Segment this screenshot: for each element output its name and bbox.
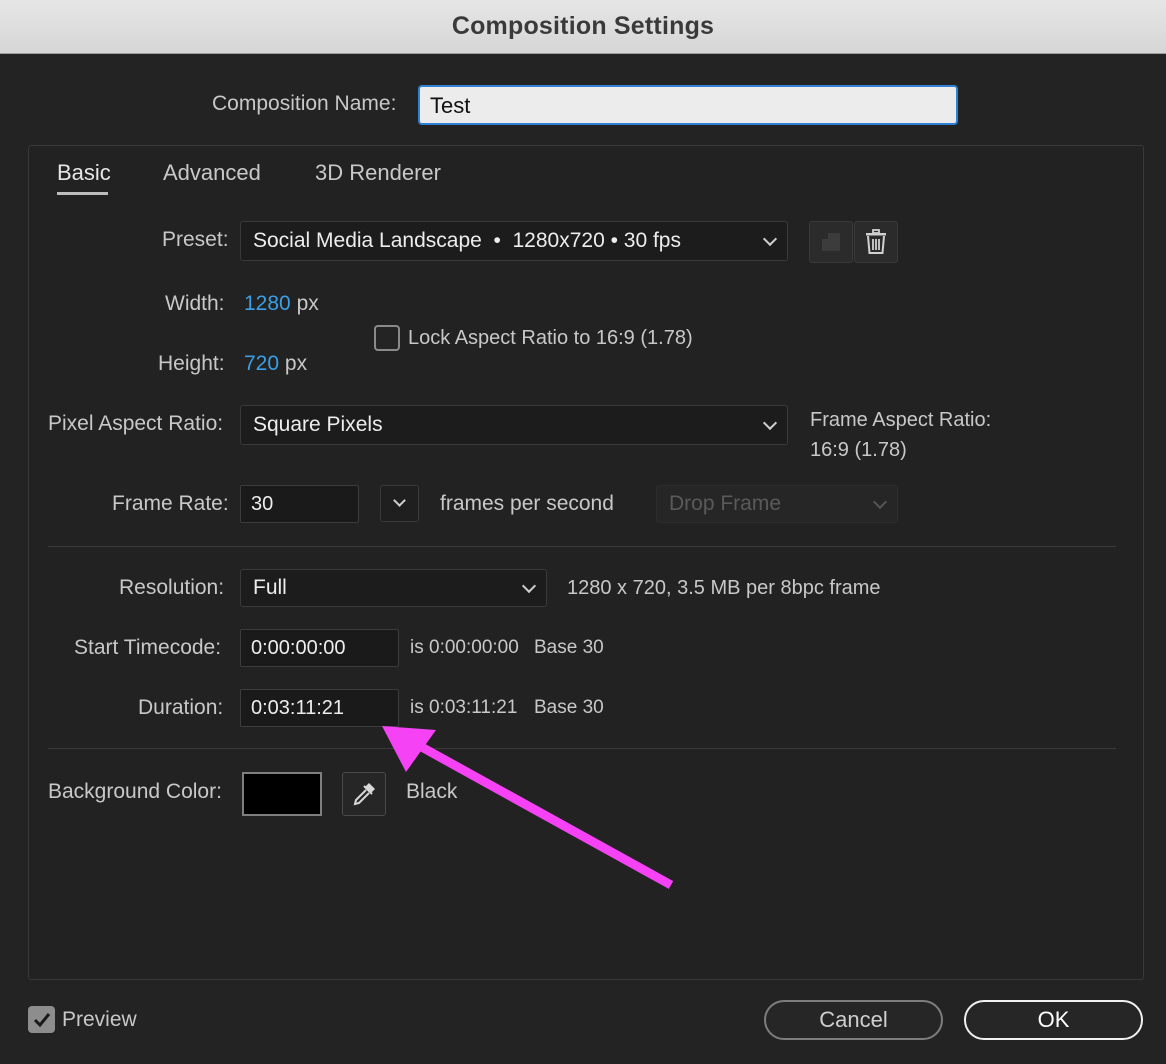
annotation-arrow [382, 726, 674, 889]
preview-label: Preview [62, 1008, 137, 1031]
ok-button[interactable]: OK [964, 1000, 1143, 1040]
arrow-shaft [415, 741, 674, 889]
preview-checkbox[interactable] [28, 1006, 55, 1033]
checkmark-icon [33, 1012, 50, 1027]
cancel-button[interactable]: Cancel [764, 1000, 943, 1040]
